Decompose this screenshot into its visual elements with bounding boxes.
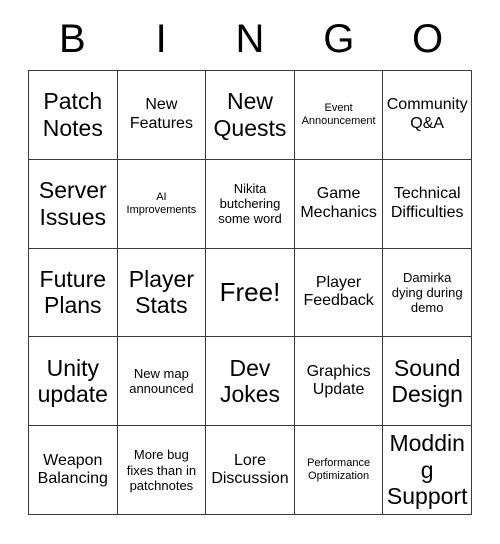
bingo-cell-label: Graphics Update [306,362,371,399]
bingo-cell[interactable]: Patch Notes [29,71,118,160]
bingo-cell-label: Dev Jokes [219,354,281,408]
bingo-cell-label: Weapon Balancing [37,451,108,488]
bingo-cell[interactable]: Unity update [29,337,118,427]
bingo-cell-label: Future Plans [39,265,107,319]
bingo-cell-label: Technical Difficulties [390,185,464,221]
bingo-cell[interactable]: Future Plans [29,248,118,338]
bingo-cell[interactable]: Dev Jokes [206,337,295,427]
bingo-cell[interactable]: Player Stats [117,248,207,338]
bingo-cell[interactable]: Technical Difficulties [383,159,472,249]
bingo-cell-label: Modding Support [386,430,468,510]
bingo-cell[interactable]: Server Issues [29,159,118,249]
bingo-cell[interactable]: Nikita butchering some word [206,159,295,249]
bingo-cell-label: New Quests [213,88,287,141]
bingo-cell-label: Game Mechanics [300,185,377,221]
bingo-cell[interactable]: New map announced [117,337,207,427]
bingo-cell[interactable]: Performance Optimization [294,426,384,515]
bingo-cell-label: More bug fixes than in patchnotes [126,447,197,493]
bingo-cell-label: Player Stats [128,265,194,319]
bingo-cell[interactable]: Sound Design [383,337,472,427]
bingo-cell-free[interactable]: Free! [206,248,295,338]
bingo-cell-label: Sound Design [391,354,463,408]
bingo-cell-label: Damirka dying during demo [391,269,463,316]
bingo-cell-label: Patch Notes [42,88,103,141]
bingo-cell[interactable]: Graphics Update [294,337,384,427]
bingo-cell[interactable]: More bug fixes than in patchnotes [117,426,207,515]
bingo-cell-label: New Features [129,96,193,132]
bingo-header-letter-g: G [323,17,355,61]
bingo-cell[interactable]: Community Q&A [383,71,472,160]
bingo-cell-label: Free! [219,277,281,308]
bingo-cell-label: Player Feedback [303,273,374,310]
bingo-cell[interactable]: Modding Support [383,426,472,515]
bingo-header-letter-n: N [235,17,265,61]
bingo-cell-label: Community Q&A [386,96,468,132]
bingo-cell[interactable]: AI Improvements [117,159,207,249]
bingo-header-letter-o: O [412,17,444,61]
bingo-cell-label: Unity update [37,354,108,408]
bingo-cell-label: Lore Discussion [211,451,289,488]
bingo-cell-label: Server Issues [38,177,107,230]
bingo-grid: Patch Notes New Features New Quests Event A… [28,70,472,515]
bingo-cell-label: Performance Optimization [307,457,371,483]
bingo-cell[interactable]: Event Announcement [294,71,384,160]
bingo-cell-label: AI Improvements [126,190,197,216]
bingo-cell[interactable]: Game Mechanics [294,159,384,249]
bingo-cell[interactable]: New Quests [206,71,295,160]
bingo-header-letter-b: B [59,17,86,61]
bingo-cell[interactable]: Lore Discussion [206,426,295,515]
bingo-card: B I N G O Patch Notes New Features New Que… [28,8,472,515]
bingo-cell-label: Event Announcement [301,102,376,127]
bingo-header-row: B I N G O [28,8,472,70]
bingo-cell-label: New map announced [129,366,194,397]
bingo-header-letter-i: I [155,17,167,61]
bingo-cell-label: Nikita butchering some word [218,181,282,227]
bingo-cell[interactable]: Damirka dying during demo [383,248,472,338]
bingo-cell[interactable]: Player Feedback [294,248,384,338]
bingo-cell[interactable]: New Features [117,71,207,160]
bingo-cell[interactable]: Weapon Balancing [29,426,118,515]
